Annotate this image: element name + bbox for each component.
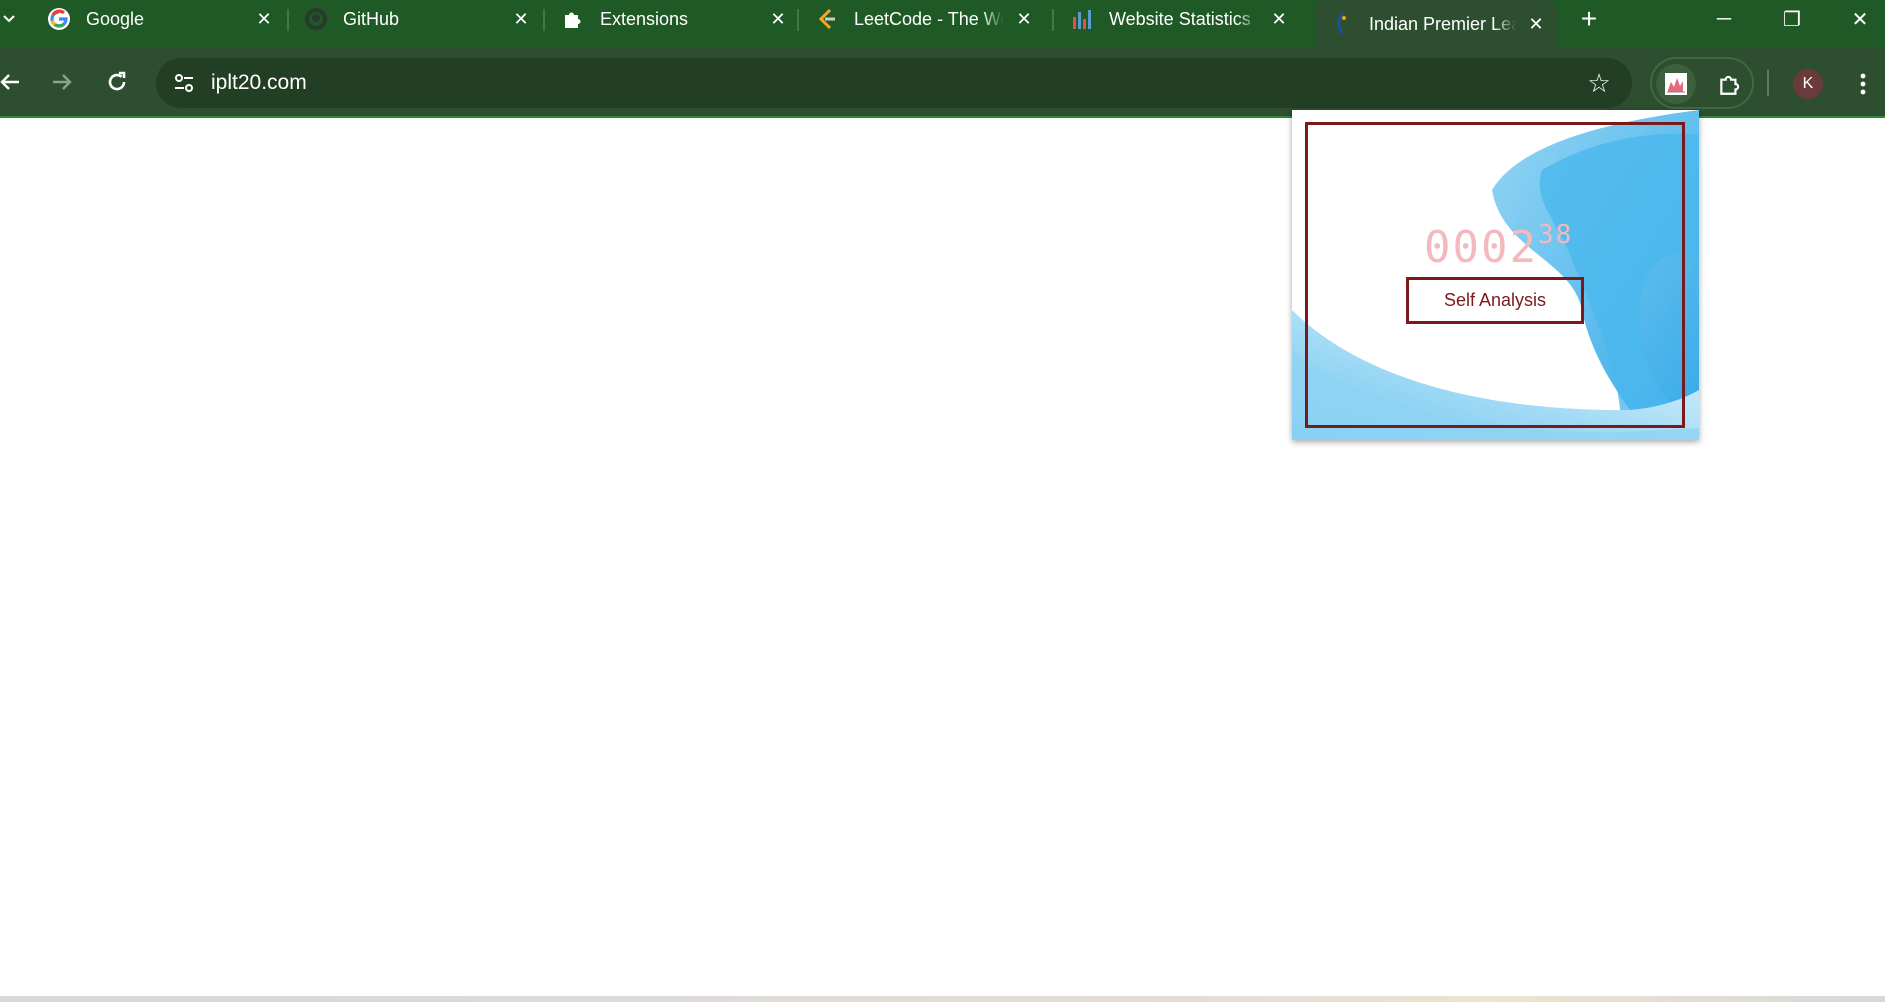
close-icon[interactable]: ✕ — [252, 7, 276, 31]
forward-button[interactable] — [42, 62, 82, 102]
popup-frame — [1305, 122, 1685, 428]
taskbar-edge — [0, 996, 1885, 1002]
self-analysis-extension-icon[interactable] — [1656, 64, 1696, 104]
tab-title: Google — [86, 8, 145, 29]
close-icon[interactable]: ✕ — [1012, 7, 1036, 31]
kebab-menu-icon[interactable] — [1848, 66, 1878, 102]
tab-extensions[interactable]: Extensions ✕ — [560, 0, 790, 38]
tab-title: GitHub — [343, 8, 400, 29]
tab-divider — [287, 9, 289, 31]
close-icon[interactable]: ✕ — [1267, 7, 1291, 31]
tab-github[interactable]: GitHub ✕ — [303, 0, 533, 38]
close-window-button[interactable]: ✕ — [1830, 0, 1885, 38]
tab-title: Website Statistics — [1109, 8, 1251, 29]
close-icon[interactable]: ✕ — [766, 7, 790, 31]
timer-seconds: 38 — [1537, 220, 1574, 250]
reload-button[interactable] — [97, 62, 137, 102]
tab-divider — [543, 9, 545, 31]
minimize-button[interactable]: ─ — [1694, 0, 1754, 38]
tab-search-chevron-icon[interactable] — [0, 6, 18, 32]
profile-avatar[interactable]: K — [1793, 69, 1823, 99]
tab-divider — [797, 9, 799, 31]
tab-strip: Google ✕ GitHub ✕ Extensions ✕ LeetCode … — [0, 0, 1885, 48]
tab-indian-premier-league[interactable]: Indian Premier League ✕ — [1315, 0, 1558, 48]
puzzle-icon — [560, 6, 586, 32]
new-tab-button[interactable]: + — [1574, 3, 1604, 34]
tab-title: Extensions — [600, 8, 689, 29]
close-icon[interactable]: ✕ — [509, 7, 533, 31]
ipl-icon — [1329, 11, 1355, 37]
restore-button[interactable]: ❐ — [1762, 0, 1822, 38]
github-icon — [303, 6, 329, 32]
timer-main: 0002 — [1424, 222, 1538, 273]
toolbar-divider — [1767, 70, 1769, 96]
extension-popup: 000238 Self Analysis — [1292, 110, 1699, 440]
tab-title: LeetCode - The World's Leading Online Pr… — [854, 8, 1004, 29]
tab-website-statistics[interactable]: Website Statistics ✕ — [1069, 0, 1291, 38]
stats-icon — [1069, 6, 1095, 32]
extensions-area — [1650, 57, 1754, 109]
tab-title: Indian Premier League — [1369, 13, 1516, 34]
close-icon[interactable]: ✕ — [1524, 12, 1548, 36]
browser-toolbar: iplt20.com ☆ K — [0, 48, 1885, 118]
self-analysis-button[interactable]: Self Analysis — [1406, 277, 1584, 324]
leetcode-icon — [814, 6, 840, 32]
tab-leetcode[interactable]: LeetCode - The World's Leading Online Pr… — [814, 0, 1036, 38]
tab-divider — [1052, 9, 1054, 31]
url-text[interactable]: iplt20.com — [211, 71, 307, 95]
google-icon — [46, 6, 72, 32]
address-bar[interactable]: iplt20.com ☆ — [156, 58, 1632, 108]
site-settings-icon[interactable] — [170, 69, 198, 97]
session-timer: 000238 — [1424, 222, 1573, 270]
back-button[interactable] — [0, 62, 30, 102]
puzzle-icon[interactable] — [1710, 64, 1750, 104]
bookmark-star-icon[interactable]: ☆ — [1584, 68, 1614, 98]
tab-google[interactable]: Google ✕ — [46, 0, 276, 38]
